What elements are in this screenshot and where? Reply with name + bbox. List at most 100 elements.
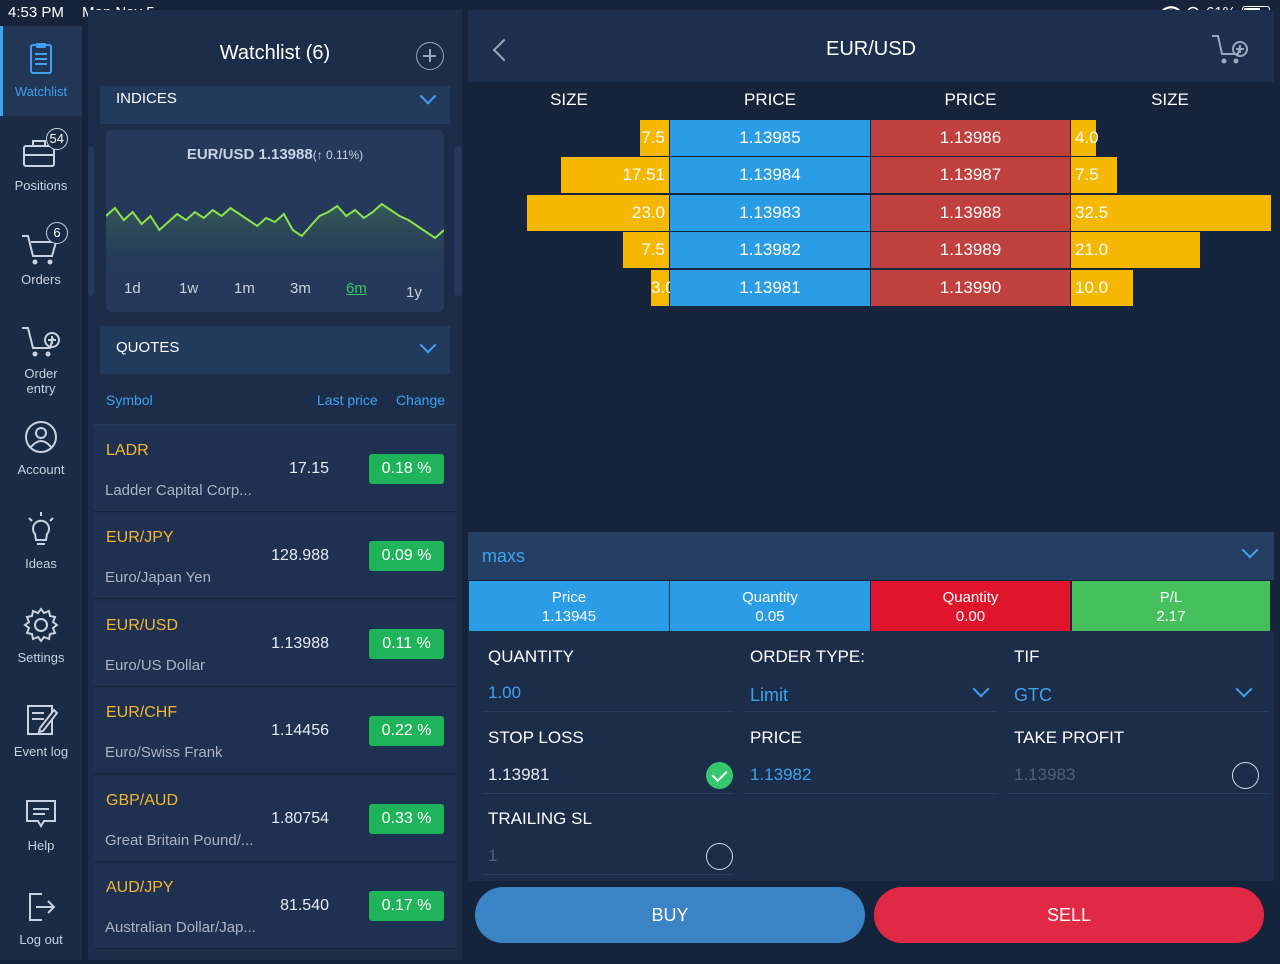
nav-orders[interactable]: 6 Orders <box>0 214 82 304</box>
take-profit-input[interactable]: 1.13983 <box>1014 765 1075 785</box>
stop-loss-checkbox-checked[interactable] <box>706 762 733 789</box>
chart-title: EUR/USD 1.13988(↑ 0.11%) <box>106 146 444 163</box>
orderbook-row[interactable]: 17.51 1.13984 1.13987 7.5 <box>468 157 1274 194</box>
range-1y[interactable]: 1y <box>406 284 422 301</box>
divider <box>744 711 996 712</box>
column-symbol[interactable]: Symbol <box>106 392 153 408</box>
bid-price-cell[interactable]: 1.13984 <box>670 157 870 194</box>
chevron-down-icon[interactable] <box>1235 680 1253 698</box>
sparkline-chart <box>106 202 444 276</box>
trailing-sl-input[interactable]: 1 <box>488 846 497 866</box>
quote-symbol: LADR <box>106 442 149 459</box>
bid-price-cell[interactable]: 1.13983 <box>670 194 870 231</box>
lightbulb-icon <box>20 510 62 552</box>
quotes-section-header[interactable]: QUOTES <box>100 326 450 374</box>
stat-pl: P/L 2.17 <box>1072 581 1270 631</box>
range-1d[interactable]: 1d <box>124 280 141 297</box>
indices-label: INDICES <box>116 90 177 107</box>
ask-size-bar: 21.0 <box>1071 232 1200 269</box>
ask-size-bar: 32.5 <box>1071 194 1271 231</box>
nav-label: Watchlist <box>14 84 68 99</box>
divider <box>482 711 734 712</box>
stat-short-quantity: Quantity 0.00 <box>871 581 1070 631</box>
ask-size-bar: 4.0 <box>1071 120 1099 156</box>
stat-label: Quantity <box>942 589 999 606</box>
nav-watchlist[interactable]: Watchlist <box>0 26 82 116</box>
order-form: QUANTITY 1.00 ORDER TYPE: Limit TIF GTC … <box>468 631 1274 881</box>
quote-symbol: AUD/JPY <box>106 879 174 896</box>
account-selector[interactable]: maxs <box>468 532 1274 580</box>
bid-price-cell[interactable]: 1.13985 <box>670 120 870 156</box>
buy-button[interactable]: BUY <box>475 887 865 943</box>
chevron-down-icon <box>1241 541 1259 559</box>
range-1w[interactable]: 1w <box>179 280 198 297</box>
nav-help[interactable]: Help <box>0 780 82 870</box>
sell-button[interactable]: SELL <box>874 887 1264 943</box>
carousel-next-edge <box>454 146 462 296</box>
divider <box>1008 711 1268 712</box>
watchlist-title: Watchlist (6) <box>219 42 331 64</box>
nav-ideas[interactable]: Ideas <box>0 498 82 588</box>
tif-select[interactable]: GTC <box>1014 685 1052 706</box>
nav-log-out[interactable]: Log out <box>0 874 82 964</box>
add-symbol-button[interactable] <box>416 42 444 70</box>
quantity-input[interactable]: 1.00 <box>488 683 521 703</box>
stop-loss-label: STOP LOSS <box>488 728 584 747</box>
nav-account[interactable]: Account <box>0 404 82 494</box>
quote-row[interactable]: LADR Ladder Capital Corp... 17.15 0.18 % <box>94 426 456 512</box>
nav-label: Ideas <box>25 556 57 571</box>
nav-settings[interactable]: Settings <box>0 592 82 682</box>
column-last-price[interactable]: Last price <box>317 392 378 408</box>
bid-price-cell[interactable]: 1.13981 <box>670 269 870 306</box>
stat-value: 0.05 <box>755 608 785 625</box>
quote-change-badge: 0.17 % <box>369 891 444 921</box>
cart-add-icon <box>20 320 62 362</box>
quote-change-badge: 0.18 % <box>369 454 444 484</box>
cart-add-icon[interactable] <box>1210 32 1250 68</box>
orders-badge: 6 <box>46 222 68 244</box>
quote-change-badge: 0.11 % <box>369 628 444 659</box>
quote-change-badge: 0.22 % <box>369 716 444 747</box>
trailing-sl-checkbox[interactable] <box>706 843 733 870</box>
orderbook-row[interactable]: 7.5 1.13982 1.13989 21.0 <box>468 232 1274 269</box>
range-3m[interactable]: 3m <box>290 280 311 297</box>
range-6m[interactable]: 6m <box>346 280 367 297</box>
orderbook-row[interactable]: 3.0 1.13981 1.13990 10.0 <box>468 269 1274 306</box>
quotes-label: QUOTES <box>116 339 180 356</box>
ask-price-cell[interactable]: 1.13990 <box>871 269 1070 306</box>
ask-price-cell[interactable]: 1.13989 <box>871 232 1070 269</box>
quote-name: Ladder Capital Corp... <box>105 482 252 499</box>
trailing-sl-label: TRAILING SL <box>488 809 592 828</box>
take-profit-checkbox[interactable] <box>1232 762 1259 789</box>
bid-price-cell[interactable]: 1.13982 <box>670 232 870 269</box>
ask-price-cell[interactable]: 1.13986 <box>871 120 1070 156</box>
quote-row[interactable]: EUR/USD Euro/US Dollar 1.13988 0.11 % <box>94 600 456 687</box>
ask-price-cell[interactable]: 1.13988 <box>871 194 1070 231</box>
nav-label: Settings <box>17 650 65 665</box>
stat-value: 2.17 <box>1156 608 1186 625</box>
nav-event-log[interactable]: Event log <box>0 686 82 776</box>
column-change[interactable]: Change <box>396 392 445 408</box>
nav-order-entry[interactable]: Order entry <box>0 308 82 408</box>
nav-positions[interactable]: 54 Positions <box>0 120 82 210</box>
ask-price-cell[interactable]: 1.13987 <box>871 157 1070 194</box>
order-type-select[interactable]: Limit <box>750 685 788 706</box>
index-chart-card[interactable]: EUR/USD 1.13988(↑ 0.11%) 1d 1w 1m 3m 6m … <box>106 130 444 312</box>
stat-long-quantity: Quantity 0.05 <box>670 581 870 631</box>
quote-row[interactable]: EUR/CHF Euro/Swiss Frank 1.14456 0.22 % <box>94 688 456 775</box>
orderbook-row[interactable]: 23.0 1.13983 1.13988 32.5 <box>468 194 1274 231</box>
stop-loss-input[interactable]: 1.13981 <box>488 765 549 785</box>
nav-label: Positions <box>14 178 68 193</box>
chevron-down-icon[interactable] <box>972 680 990 698</box>
quote-row[interactable]: EUR/JPY Euro/Japan Yen 128.988 0.09 % <box>94 513 456 600</box>
quote-row[interactable]: GBP/AUD Great Britain Pound/... 1.80754 0.3… <box>94 775 456 862</box>
clipboard-icon <box>20 38 62 80</box>
price-input[interactable]: 1.13982 <box>750 765 811 785</box>
divider <box>482 793 734 794</box>
quote-name: Australian Dollar/Jap... <box>105 919 256 936</box>
indices-section-header[interactable]: INDICES <box>100 86 450 124</box>
quote-row[interactable]: AUD/JPY Australian Dollar/Jap... 81.540 0.1… <box>94 863 456 949</box>
orderbook-row[interactable]: 7.5 1.13985 1.13986 4.0 <box>468 120 1274 156</box>
range-1m[interactable]: 1m <box>234 280 255 297</box>
status-time: 4:53 PM <box>8 4 64 21</box>
